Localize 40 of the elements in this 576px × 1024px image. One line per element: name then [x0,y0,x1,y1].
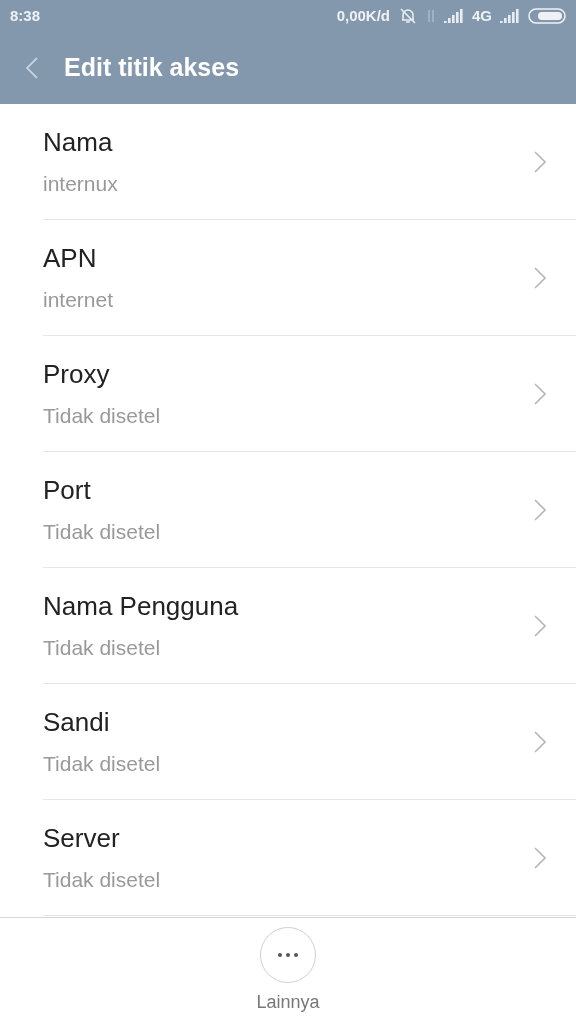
setting-label: APN [43,242,98,276]
page-title: Edit titik akses [64,52,240,84]
setting-value: Tidak disetel [43,751,161,778]
chevron-right-icon [534,382,546,405]
settings-row[interactable]: APN internet [43,220,576,336]
setting-label: Nama [43,126,114,160]
settings-row[interactable]: Sandi Tidak disetel [43,684,576,800]
chevron-right-icon [534,846,546,869]
back-chevron-icon [25,56,39,80]
settings-row[interactable]: Nama Pengguna Tidak disetel [43,568,576,684]
chevron-right-icon [534,266,546,289]
chevron-right-icon [534,730,546,753]
setting-label: Sandi [43,706,111,740]
muted-bell-icon [398,7,418,25]
signal-icon [444,9,464,23]
data-arrows-icon [426,8,436,24]
setting-label: Proxy [43,358,111,392]
network-speed: 0,00K/d [336,5,390,26]
signal-icon [500,9,520,23]
more-label: Lainnya [256,990,320,1014]
setting-label: Server [43,822,121,856]
setting-value: Tidak disetel [43,635,162,662]
settings-row[interactable]: Server Tidak disetel [43,800,576,916]
setting-value: Tidak disetel [43,403,161,430]
status-time: 8:38 [10,5,41,26]
battery-icon [528,8,566,24]
settings-row[interactable]: Nama internux [43,104,576,220]
setting-value: internux [43,171,118,198]
settings-row[interactable]: Port Tidak disetel [43,452,576,568]
settings-row[interactable]: Proxy Tidak disetel [43,336,576,452]
chevron-right-icon [534,498,546,521]
chevron-right-icon [534,150,546,173]
setting-label: Nama Pengguna [43,590,239,624]
setting-label: Port [43,474,92,508]
more-icon [278,952,298,957]
network-type: 4G [472,5,492,26]
setting-value: Tidak disetel [43,519,161,546]
chevron-right-icon [534,614,546,637]
setting-value: Tidak disetel [43,867,161,894]
setting-value: internet [43,287,114,314]
